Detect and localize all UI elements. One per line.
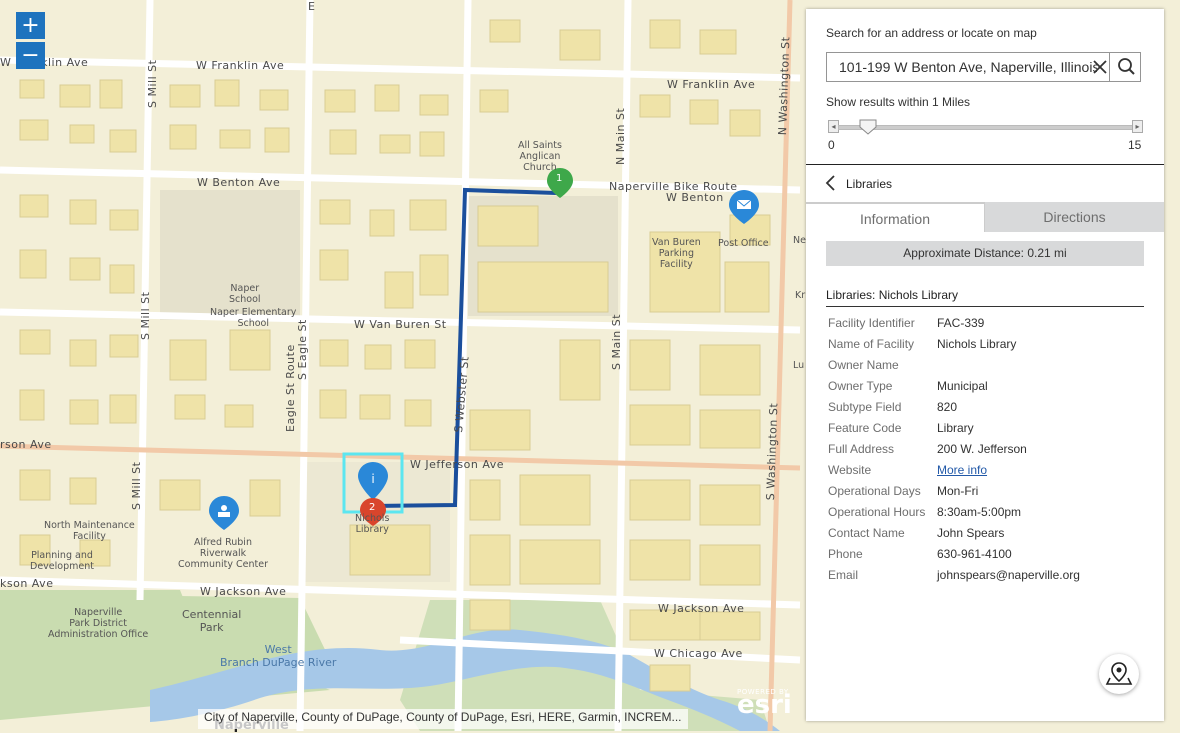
section-title: Libraries: Nichols Library — [826, 288, 959, 302]
street-label: W Van Buren St — [354, 318, 447, 331]
detail-label: Subtype Field — [828, 400, 902, 414]
detail-value: 200 W. Jefferson — [937, 442, 1027, 456]
detail-label: Full Address — [828, 442, 895, 456]
poi-label: All Saints Anglican Church — [518, 140, 562, 173]
slider-min-label: 0 — [828, 138, 835, 152]
street-label: S Mill St — [139, 291, 152, 340]
poi-label: Lu — [793, 360, 805, 371]
street-label: S Eagle St — [296, 319, 309, 380]
poi-label: Ne — [793, 235, 806, 246]
street-label: S Mill St — [146, 59, 159, 108]
start-marker-number: 1 — [556, 173, 563, 184]
detail-label: Email — [828, 568, 859, 582]
detail-label: Facility Identifier — [828, 316, 915, 330]
back-label: Libraries — [846, 177, 893, 191]
detail-value: Municipal — [937, 379, 988, 393]
poi-label: Naper Elementary School — [210, 307, 297, 329]
detail-label: Owner Type — [828, 379, 893, 393]
detail-label: Operational Hours — [828, 505, 926, 519]
slider-right-arrow-icon[interactable]: ▸ — [1132, 120, 1143, 133]
street-label: W Chicago Ave — [654, 647, 743, 660]
detail-value: 630-961-4100 — [937, 547, 1012, 561]
detail-label: Website — [828, 463, 872, 477]
poi-label: West Branch DuPage River — [220, 643, 337, 669]
nearby-panel: Search for an address or locate on map S… — [806, 9, 1164, 721]
poi-label: Post Office — [718, 238, 769, 249]
detail-label: Contact Name — [828, 526, 905, 540]
search-box — [826, 52, 1141, 82]
search-label: Search for an address or locate on map — [826, 26, 1037, 40]
street-label: W Franklin Ave — [196, 59, 285, 72]
street-label: S Mill St — [130, 461, 143, 510]
poi-label: North Maintenance Facility — [44, 520, 135, 542]
street-label: W Benton — [666, 191, 724, 204]
locate-pin-icon — [1105, 662, 1133, 685]
detail-label: Phone — [828, 547, 863, 561]
detail-label: Name of Facility — [828, 337, 915, 351]
slider-handle[interactable] — [859, 119, 877, 135]
locate-button[interactable] — [1099, 654, 1139, 694]
esri-wordmark: esri — [737, 690, 792, 720]
search-button[interactable] — [1109, 52, 1143, 82]
street-label: W Jackson Ave — [658, 602, 745, 615]
chevron-left-icon — [825, 175, 835, 191]
street-label: W Franklin Ave — [667, 78, 756, 91]
detail-value: John Spears — [937, 526, 1005, 540]
detail-label: Feature Code — [828, 421, 902, 435]
street-label: kson Ave — [0, 577, 54, 590]
slider-max-label: 15 — [1128, 138, 1142, 152]
poi-label: Naper School — [229, 283, 261, 305]
detail-value: Library — [937, 421, 974, 435]
street-label: S Main St — [610, 313, 623, 370]
street-label: N Main St — [614, 107, 627, 165]
search-icon — [1118, 58, 1135, 75]
tab-directions[interactable]: Directions — [985, 202, 1164, 232]
zoom-in-button[interactable]: + — [16, 12, 45, 39]
end-marker-number: 2 — [369, 502, 376, 513]
tab-information[interactable]: Information — [806, 202, 985, 232]
street-label: E — [308, 0, 316, 13]
detail-value: 820 — [937, 400, 958, 414]
detail-label: Owner Name — [828, 358, 899, 372]
detail-value: 8:30am-5:00pm — [937, 505, 1022, 519]
poi-label: Alfred Rubin Riverwalk Community Center — [178, 537, 268, 570]
poi-label: Van Buren Parking Facility — [652, 237, 701, 270]
radius-label: Show results within 1 Miles — [826, 95, 971, 109]
poi-label: Nichols Library — [355, 513, 390, 535]
clear-search-button[interactable] — [1090, 57, 1110, 77]
distance-badge: Approximate Distance: 0.21 mi — [826, 241, 1144, 266]
search-input[interactable] — [827, 53, 1097, 81]
website-link[interactable]: More info — [937, 463, 987, 477]
street-label: W Jefferson Ave — [410, 458, 505, 471]
zoom-out-button[interactable]: − — [16, 42, 45, 69]
detail-value: johnspears@naperville.org — [937, 568, 1080, 582]
street-label: rson Ave — [0, 438, 52, 451]
poi-label: Planning and Development — [30, 550, 94, 572]
map-attribution: City of Naperville, County of DuPage, Co… — [198, 709, 688, 729]
detail-value: FAC-339 — [937, 316, 985, 330]
street-label: W Benton Ave — [197, 176, 281, 189]
poi-label: Kr — [795, 290, 806, 301]
street-label: W Jackson Ave — [200, 585, 287, 598]
poi-label: Centennial Park — [182, 608, 242, 634]
poi-label: Naperville Park District Administration … — [48, 607, 149, 640]
divider — [806, 164, 1164, 165]
detail-label: Operational Days — [828, 484, 921, 498]
esri-logo: POWERED BY esri — [737, 688, 792, 720]
detail-value: Mon-Fri — [937, 484, 979, 498]
close-icon — [1093, 60, 1107, 74]
detail-value: Nichols Library — [937, 337, 1017, 351]
divider — [826, 306, 1144, 307]
slider-track[interactable] — [838, 125, 1138, 130]
svg-text:i: i — [371, 472, 374, 486]
